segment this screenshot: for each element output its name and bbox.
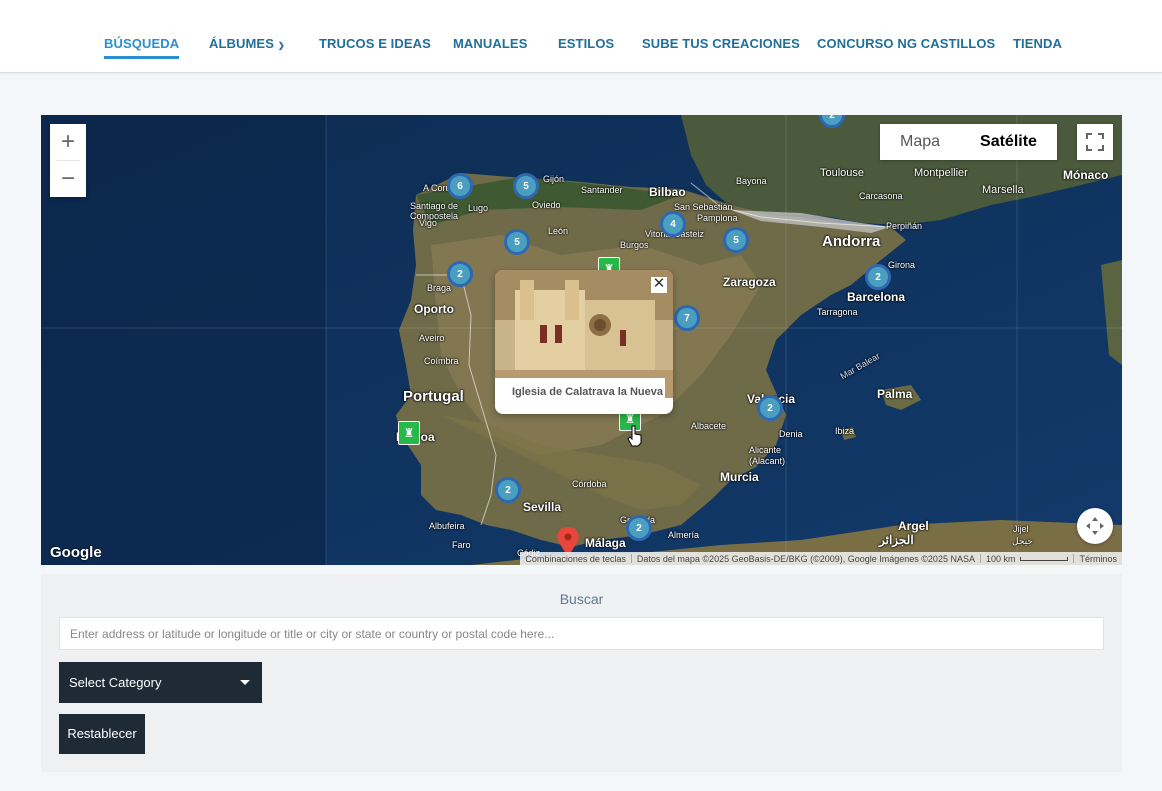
map[interactable]: Toulouse Montpellier Mónaco Carcasona Ma… bbox=[41, 115, 1122, 565]
place-label: Toulouse bbox=[820, 167, 865, 179]
info-window-title: Iglesia de Calatrava la Nueva bbox=[495, 378, 665, 406]
hand-cursor-icon bbox=[627, 425, 642, 447]
place-label: Bayona bbox=[736, 176, 767, 186]
scale-label: 100 km bbox=[985, 553, 1016, 564]
place-label: Sevilla bbox=[523, 500, 562, 514]
place-label: Almería bbox=[668, 530, 700, 540]
nav-item-sube-creaciones[interactable]: SUBE TUS CREACIONES bbox=[642, 36, 800, 51]
map-type-map-button[interactable]: Mapa bbox=[880, 124, 960, 160]
place-label: Girona bbox=[888, 260, 916, 270]
caret-down-icon bbox=[240, 680, 250, 685]
nav-item-manuales[interactable]: MANUALES bbox=[453, 36, 527, 51]
category-select-label: Select Category bbox=[69, 675, 162, 690]
place-label: Montpellier bbox=[914, 167, 968, 179]
place-label: Bilbao bbox=[649, 185, 686, 199]
place-label: Marsella bbox=[982, 184, 1024, 196]
fullscreen-icon[interactable] bbox=[1077, 124, 1113, 160]
place-label: Santander bbox=[581, 185, 623, 195]
place-label: Denia bbox=[779, 429, 803, 439]
place-label: Albufeira bbox=[429, 521, 465, 531]
place-label: Portugal bbox=[403, 388, 464, 405]
scale-bar-icon bbox=[1020, 556, 1069, 561]
place-label: Córdoba bbox=[572, 479, 607, 489]
place-label: Tarragona bbox=[817, 307, 858, 317]
marker-cluster[interactable]: 2 bbox=[757, 395, 783, 421]
marker-cluster[interactable]: 5 bbox=[504, 229, 530, 255]
place-label: Lugo bbox=[468, 203, 489, 213]
place-label: León bbox=[548, 226, 569, 236]
place-label: Perpiñán bbox=[886, 221, 923, 231]
place-label: Aveiro bbox=[419, 333, 445, 343]
main-navigation: BÚSQUEDA ÁLBUMES ❯ TRUCOS E IDEAS MANUALE… bbox=[0, 0, 1162, 73]
reset-button[interactable]: Restablecer bbox=[59, 714, 145, 754]
place-label: Carcasona bbox=[859, 191, 903, 201]
nav-item-albumes-label: ÁLBUMES bbox=[209, 36, 274, 51]
marker-cluster[interactable]: 5 bbox=[513, 173, 539, 199]
castle-marker-icon[interactable]: ♜ bbox=[398, 421, 420, 445]
place-label: Mónaco bbox=[1063, 168, 1109, 182]
place-label: Andorra bbox=[822, 233, 881, 250]
marker-cluster[interactable]: 2 bbox=[447, 261, 473, 287]
category-select[interactable]: Select Category bbox=[59, 662, 262, 703]
place-label: Burgos bbox=[620, 240, 649, 250]
place-label: Alicante (Alacant) bbox=[749, 445, 786, 466]
marker-cluster[interactable]: 5 bbox=[723, 227, 749, 253]
place-label: Jijel bbox=[1013, 524, 1029, 534]
nav-item-trucos[interactable]: TRUCOS E IDEAS bbox=[319, 36, 431, 51]
zoom-control: + − bbox=[50, 124, 86, 197]
map-attribution: Combinaciones de teclas Datos del mapa ©… bbox=[520, 552, 1122, 565]
place-label: Braga bbox=[427, 283, 452, 293]
map-data-text: Datos del mapa ©2025 GeoBasis-DE/BKG (©2… bbox=[636, 553, 975, 564]
marker-cluster[interactable]: 2 bbox=[626, 515, 652, 541]
place-label: Palma bbox=[877, 387, 913, 401]
zoom-in-button[interactable]: + bbox=[50, 124, 86, 160]
nav-item-estilos[interactable]: ESTILOS bbox=[558, 36, 614, 51]
close-icon[interactable]: ✕ bbox=[651, 276, 667, 293]
map-type-control: Mapa Satélite bbox=[880, 124, 1057, 160]
place-label: Vigo bbox=[419, 218, 437, 228]
zoom-out-button[interactable]: − bbox=[50, 161, 86, 197]
place-label: Faro bbox=[452, 540, 471, 550]
map-type-satellite-button[interactable]: Satélite bbox=[960, 124, 1057, 160]
chevron-down-icon: ❯ bbox=[277, 41, 285, 50]
place-label: Ibiza bbox=[835, 426, 855, 436]
place-label: جيجل bbox=[1012, 536, 1033, 546]
search-title: Buscar bbox=[559, 591, 604, 607]
marker-cluster[interactable]: 4 bbox=[660, 211, 686, 237]
nav-item-busqueda[interactable]: BÚSQUEDA bbox=[104, 36, 180, 59]
place-label: Coímbra bbox=[424, 356, 459, 366]
marker-cluster[interactable]: 2 bbox=[865, 264, 891, 290]
info-window: Iglesia de Calatrava la Nueva ✕ bbox=[495, 270, 673, 414]
place-label: Barcelona bbox=[847, 290, 906, 304]
place-label: Málaga bbox=[585, 536, 626, 550]
google-logo: Google bbox=[50, 544, 102, 561]
nav-item-concurso[interactable]: CONCURSO NG CASTILLOS bbox=[817, 36, 995, 51]
place-label: Oporto bbox=[414, 302, 454, 316]
marker-cluster[interactable]: 6 bbox=[447, 173, 473, 199]
terms-link[interactable]: Términos bbox=[1074, 554, 1122, 564]
place-label: San Sebastián bbox=[674, 202, 733, 212]
place-label: Albacete bbox=[691, 421, 727, 431]
place-label: Pamplona bbox=[697, 213, 738, 223]
place-label: Murcia bbox=[720, 470, 759, 484]
place-label: Oviedo bbox=[532, 200, 561, 210]
place-label: الجزائر bbox=[879, 533, 914, 547]
nav-item-tienda[interactable]: TIENDA bbox=[1013, 36, 1062, 51]
search-panel: Buscar Select Category Restablecer bbox=[41, 574, 1122, 772]
place-label: Zaragoza bbox=[723, 275, 776, 289]
pan-camera-icon[interactable] bbox=[1077, 508, 1113, 544]
marker-cluster[interactable]: 2 bbox=[495, 477, 521, 503]
marker-cluster[interactable]: 7 bbox=[674, 305, 700, 331]
nav-item-albumes[interactable]: ÁLBUMES ❯ bbox=[209, 36, 285, 51]
place-label: Argel bbox=[898, 519, 929, 533]
keyboard-shortcuts-link[interactable]: Combinaciones de teclas bbox=[520, 554, 631, 564]
search-input[interactable] bbox=[59, 617, 1104, 650]
place-label: Gijón bbox=[543, 174, 565, 184]
